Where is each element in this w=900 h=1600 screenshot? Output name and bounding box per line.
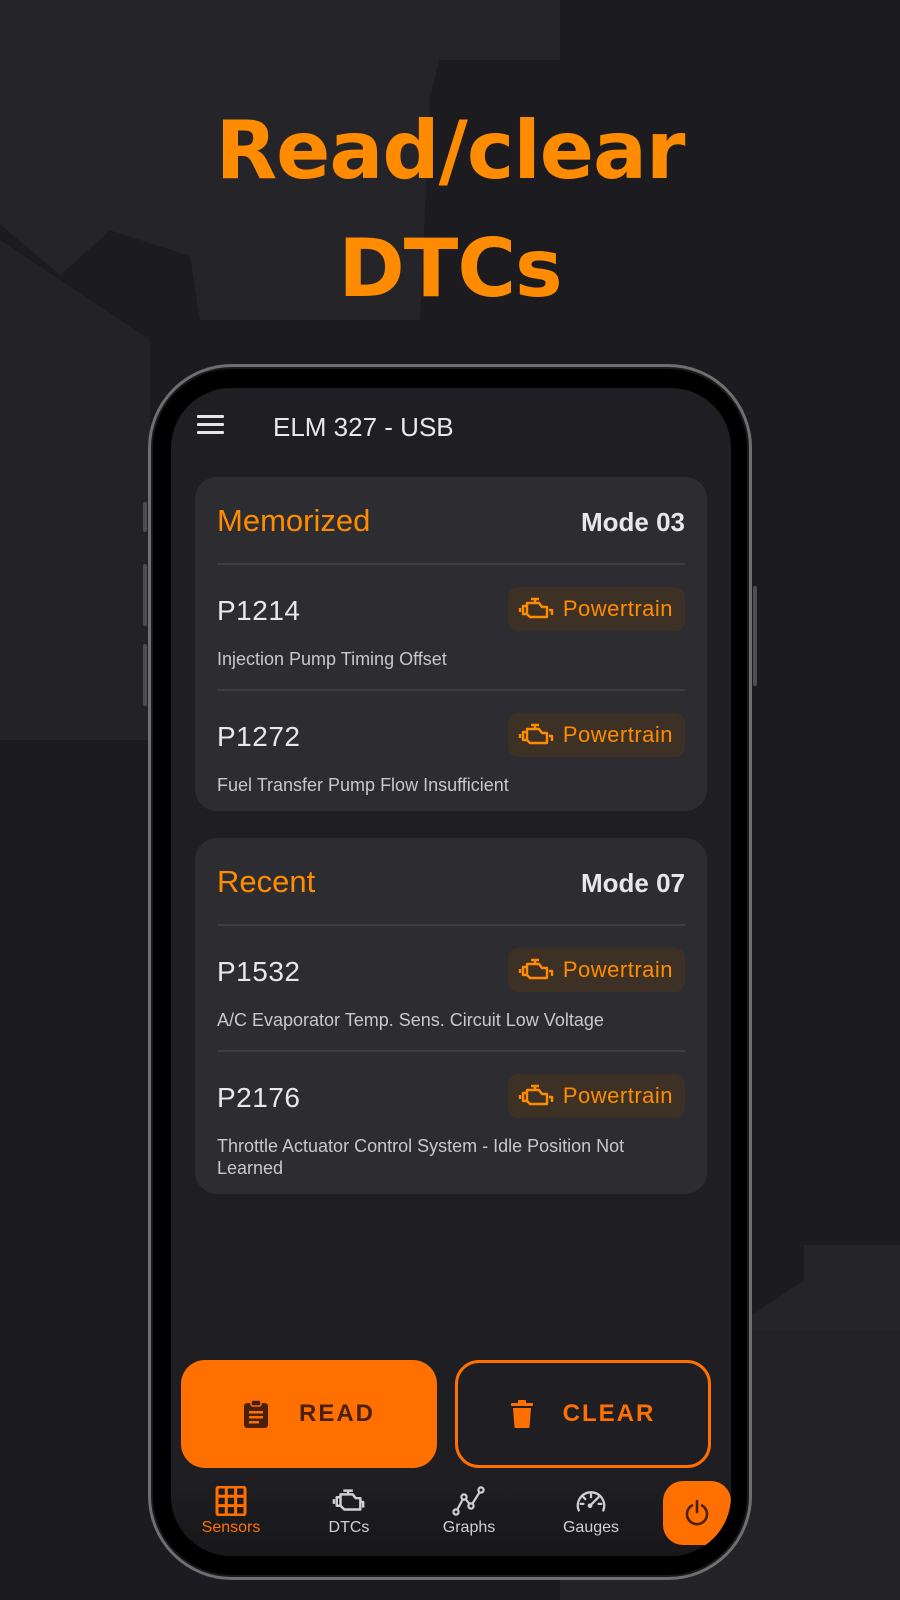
category-badge: Powertrain [507,1074,685,1118]
card-header: Memorized Mode 03 [217,477,685,565]
read-button[interactable]: READ [181,1360,437,1468]
dtc-code: P1272 [217,721,301,752]
app-title: ELM 327 - USB [273,412,454,442]
dtc-list-item[interactable]: P2176 Powertrain Throttle Actuator Contr… [217,1052,685,1192]
headline-line-2: DTCs [338,222,562,315]
section-mode: Mode 07 [580,868,685,898]
trash-icon [510,1400,533,1428]
read-button-label: READ [298,1400,375,1427]
dtc-code: P2176 [217,1082,301,1113]
dtc-code: P1532 [217,956,301,987]
nav-item-sensors[interactable]: Sensors [171,1478,291,1548]
category-badge: Powertrain [507,587,685,631]
grid-icon [215,1486,247,1516]
card-header: Recent Mode 07 [217,838,685,926]
category-label: Powertrain [562,1083,673,1108]
nav-label: Sensors [201,1519,261,1536]
category-badge: Powertrain [507,948,685,992]
power-button[interactable] [663,1481,731,1545]
category-badge: Powertrain [507,713,685,757]
section-title: Recent [217,864,316,899]
phone-side-button [143,502,147,532]
headline-line-1: Read/clear [215,104,686,197]
dtc-list-item[interactable]: P1214 Powertrain Injection Pump Timing O… [217,565,685,691]
dtc-section-card-recent: Recent Mode 07 P1532 Powertrain A/C Evap… [195,838,707,1194]
section-mode: Mode 03 [580,507,685,537]
promo-headline: Read/clear DTCs [0,92,900,328]
engine-icon [518,723,554,745]
dtc-description: A/C Evaporator Temp. Sens. Circuit Low V… [217,1010,604,1030]
nav-item-graphs[interactable]: Graphs [409,1478,529,1548]
category-label: Powertrain [562,722,673,747]
category-label: Powertrain [562,957,673,982]
section-title: Memorized [217,503,371,538]
app-bar: ELM 327 - USB [171,388,731,458]
graph-icon [452,1486,485,1516]
gauge-icon [576,1491,606,1512]
dtc-list-item[interactable]: P1272 Powertrain Fuel Transfer Pump Flow… [217,691,685,811]
phone-side-button [143,564,147,626]
dtc-description: Injection Pump Timing Offset [217,649,447,669]
phone-screen: ELM 327 - USB Memorized Mode 03 P1214 Po… [171,388,731,1556]
nav-label: Gauges [562,1519,620,1536]
category-label: Powertrain [562,596,673,621]
nav-label: DTCs [328,1519,370,1536]
dtc-description: Throttle Actuator Control System - Idle … [217,1136,625,1178]
hamburger-menu-icon[interactable] [197,415,224,435]
phone-side-button [753,586,757,686]
dtc-description: Fuel Transfer Pump Flow Insufficient [217,775,509,795]
engine-icon [518,597,554,619]
dtc-code: P1214 [217,595,301,626]
nav-item-gauges[interactable]: Gauges [531,1478,651,1548]
engine-icon [518,1084,554,1106]
clipboard-icon [243,1399,268,1428]
nav-item-dtcs[interactable]: DTCs [289,1478,409,1548]
bottom-navigation: Sensors DTCs Graphs Gauges [171,1478,731,1556]
clear-button[interactable]: CLEAR [455,1360,711,1468]
clear-button-label: CLEAR [562,1400,656,1427]
phone-side-button [143,644,147,706]
power-icon [685,1499,709,1526]
engine-icon [518,958,554,980]
dtc-list-item[interactable]: P1532 Powertrain A/C Evaporator Temp. Se… [217,926,685,1052]
nav-label: Graphs [442,1519,496,1536]
engine-icon [332,1489,365,1511]
dtc-section-card-memorized: Memorized Mode 03 P1214 Powertrain Injec… [195,477,707,811]
